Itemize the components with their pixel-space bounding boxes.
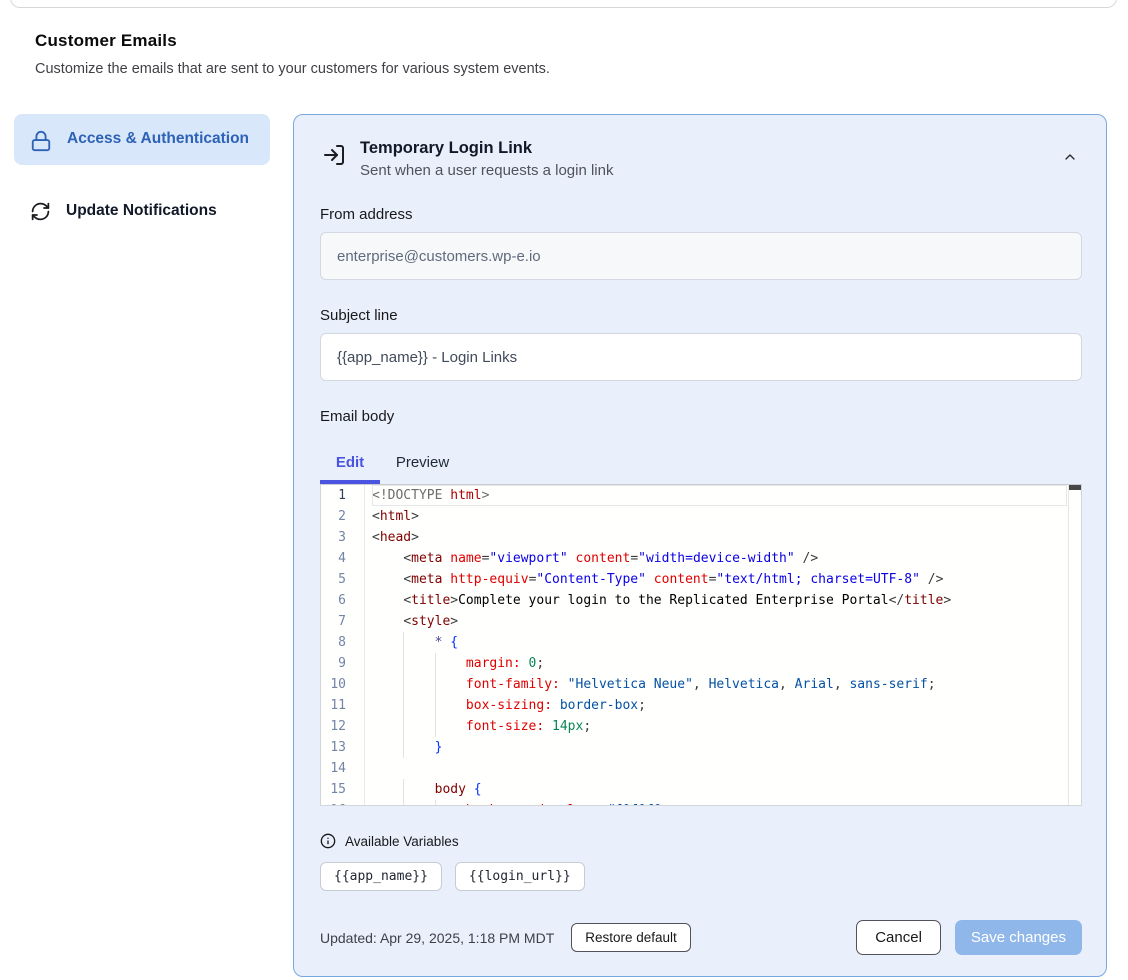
- collapse-section-button[interactable]: [1058, 139, 1082, 175]
- tab-edit[interactable]: Edit: [320, 448, 380, 484]
- sidebar-item-access-authentication[interactable]: Access & Authentication: [14, 114, 270, 165]
- code-line[interactable]: <style>: [372, 611, 1067, 632]
- sidebar: Access & Authentication Update Notificat…: [14, 114, 270, 231]
- subject-line-label: Subject line: [320, 307, 1082, 324]
- panel-header: Temporary Login Link Sent when a user re…: [320, 139, 1082, 179]
- info-icon: [320, 833, 336, 849]
- variable-chips: {{app_name}} {{login_url}}: [320, 862, 1082, 891]
- refresh-icon: [30, 201, 51, 222]
- email-body-label: Email body: [320, 408, 1082, 425]
- code-editor[interactable]: 12345678910111213141516 <!DOCTYPE html><…: [320, 484, 1082, 806]
- sidebar-item-update-notifications[interactable]: Update Notifications: [14, 191, 270, 231]
- lock-icon: [30, 130, 52, 152]
- editor-code-area[interactable]: <!DOCTYPE html><html><head> <meta name="…: [366, 485, 1067, 805]
- editor-line-numbers: 12345678910111213141516: [321, 485, 365, 805]
- from-address-input[interactable]: [320, 232, 1082, 280]
- available-variables-label: Available Variables: [345, 834, 459, 849]
- code-line[interactable]: [372, 758, 1067, 779]
- email-settings-panel: Temporary Login Link Sent when a user re…: [293, 114, 1107, 977]
- editor-scrollbar-thumb[interactable]: [1069, 485, 1081, 490]
- code-line[interactable]: <meta name="viewport" content="width=dev…: [372, 548, 1067, 569]
- previous-card-bottom-edge: [10, 0, 1117, 8]
- page-subtitle: Customize the emails that are sent to yo…: [35, 61, 1128, 77]
- subject-line-input[interactable]: [320, 333, 1082, 381]
- code-line[interactable]: box-sizing: border-box;: [372, 695, 1067, 716]
- panel-footer: Updated: Apr 29, 2025, 1:18 PM MDT Resto…: [320, 920, 1082, 955]
- variable-chip[interactable]: {{app_name}}: [320, 862, 442, 891]
- code-line[interactable]: <head>: [372, 527, 1067, 548]
- code-line[interactable]: <title>Complete your login to the Replic…: [372, 590, 1067, 611]
- panel-title: Temporary Login Link: [360, 139, 613, 158]
- code-line[interactable]: <meta http-equiv="Content-Type" content=…: [372, 569, 1067, 590]
- updated-timestamp: Updated: Apr 29, 2025, 1:18 PM MDT: [320, 930, 554, 946]
- code-line[interactable]: font-family: "Helvetica Neue", Helvetica…: [372, 674, 1067, 695]
- available-variables-header: Available Variables: [320, 833, 1082, 849]
- content-row: Access & Authentication Update Notificat…: [14, 114, 1107, 977]
- editor-scrollbar[interactable]: [1068, 485, 1081, 805]
- code-line[interactable]: <!DOCTYPE html>: [372, 485, 1067, 506]
- panel-header-text: Temporary Login Link Sent when a user re…: [360, 139, 613, 179]
- sidebar-item-label: Access & Authentication: [67, 127, 249, 151]
- code-line[interactable]: margin: 0;: [372, 653, 1067, 674]
- sidebar-item-label: Update Notifications: [66, 199, 217, 223]
- cancel-button[interactable]: Cancel: [856, 920, 941, 955]
- panel-subtitle: Sent when a user requests a login link: [360, 162, 613, 179]
- log-in-icon: [322, 143, 346, 167]
- chevron-up-icon: [1062, 149, 1078, 165]
- code-line[interactable]: * {: [372, 632, 1067, 653]
- code-line[interactable]: body {: [372, 779, 1067, 800]
- code-line[interactable]: font-size: 14px;: [372, 716, 1067, 737]
- save-changes-button[interactable]: Save changes: [955, 920, 1082, 955]
- code-line[interactable]: background-color: #f0f0f0;: [372, 800, 1067, 806]
- from-address-label: From address: [320, 206, 1082, 223]
- page-header: Customer Emails Customize the emails tha…: [35, 31, 1128, 77]
- email-body-tabs: Edit Preview: [320, 448, 1082, 484]
- tab-preview[interactable]: Preview: [380, 448, 465, 484]
- page-title: Customer Emails: [35, 31, 1128, 51]
- restore-default-button[interactable]: Restore default: [571, 923, 691, 952]
- code-line[interactable]: }: [372, 737, 1067, 758]
- code-line[interactable]: <html>: [372, 506, 1067, 527]
- variable-chip[interactable]: {{login_url}}: [455, 862, 585, 891]
